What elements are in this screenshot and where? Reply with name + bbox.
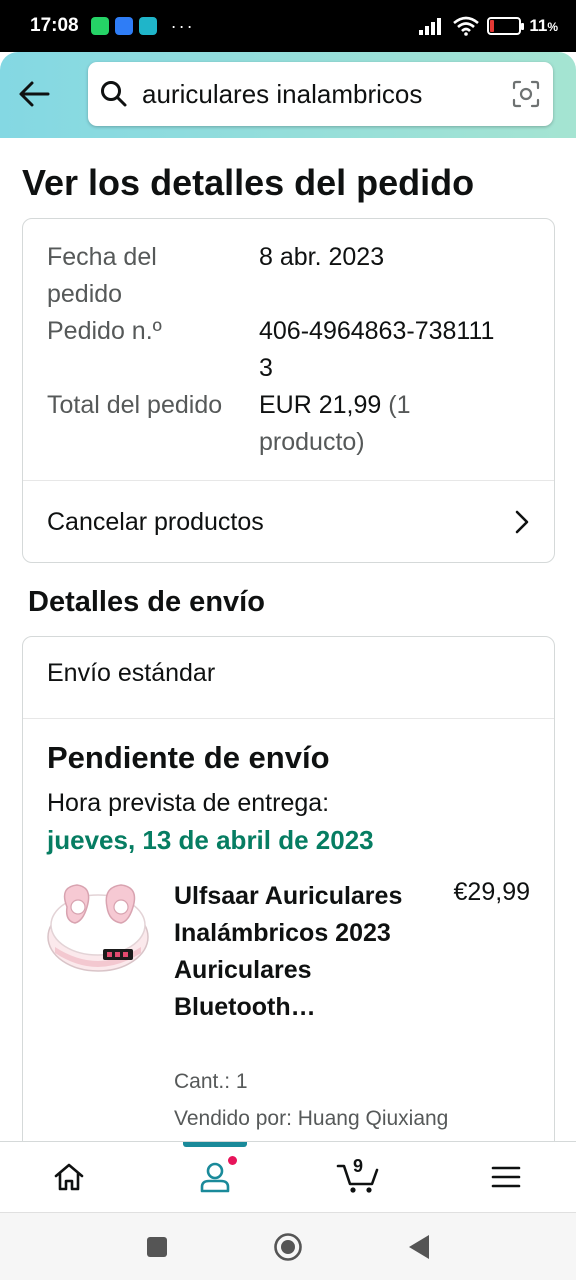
cart-count: 9 — [353, 1156, 364, 1176]
back-system-button[interactable] — [403, 1231, 435, 1263]
status-bar: 17:08 ··· 11% — [0, 0, 576, 52]
messages-icon — [114, 17, 133, 35]
eta-date: jueves, 13 de abril de 2023 — [47, 825, 374, 855]
cancel-products-button[interactable]: Cancelar productos — [23, 481, 554, 563]
order-date-label: Fecha del pedido — [47, 243, 157, 308]
camera-scan-icon[interactable] — [511, 79, 541, 109]
arrow-left-icon — [19, 81, 50, 107]
search-input[interactable] — [142, 78, 511, 110]
nav-cart[interactable]: 9 — [313, 1142, 403, 1212]
bottom-navigation: 9 — [0, 1141, 576, 1212]
back-button[interactable] — [14, 74, 54, 114]
menu-icon — [491, 1166, 521, 1188]
search-icon — [101, 81, 127, 107]
battery-icon — [487, 17, 525, 35]
square-icon — [147, 1237, 167, 1257]
account-icon — [200, 1162, 230, 1193]
home-icon — [54, 1163, 84, 1191]
pinyin-app-icon — [138, 17, 157, 35]
product-seller[interactable]: Vendido por: Huang Qiuxiang — [174, 1107, 448, 1131]
eta-label: Hora prevista de entrega: — [47, 789, 330, 817]
earbuds-case-image — [47, 884, 149, 972]
battery-percent: 11 — [529, 16, 548, 35]
notification-dot — [228, 1156, 237, 1165]
recents-button[interactable] — [141, 1231, 173, 1263]
shipment-status: Pendiente de envío — [47, 740, 330, 775]
triangle-back-icon — [409, 1235, 429, 1259]
order-summary-card: Fecha del pedido 8 abr. 2023 Pedido n.º … — [22, 218, 555, 563]
nav-menu[interactable] — [461, 1142, 551, 1212]
battery-unit: % — [547, 20, 558, 34]
order-date-value: 8 abr. 2023 — [259, 243, 385, 271]
status-overflow: ··· — [170, 15, 195, 36]
home-system-button[interactable] — [272, 1231, 304, 1263]
chevron-right-icon — [515, 510, 529, 534]
signal-icon — [419, 18, 442, 35]
shipping-type: Envío estándar — [47, 659, 216, 687]
product-price: €29,99 — [453, 878, 530, 906]
system-navigation-bar — [0, 1212, 576, 1280]
order-details-content[interactable]: Ver los detalles del pedido Fecha del pe… — [0, 138, 576, 1141]
status-time: 17:08 — [30, 15, 79, 36]
search-header — [0, 52, 576, 138]
circle-icon — [274, 1233, 302, 1261]
shipment-card: Envío estándar Pendiente de envío Hora p… — [22, 636, 555, 1141]
page-title: Ver los detalles del pedido — [22, 162, 475, 203]
order-total-label: Total del pedido — [47, 391, 223, 419]
order-number-value: 406-4964863-7381113 — [259, 317, 495, 382]
cancel-products-label: Cancelar productos — [47, 507, 264, 536]
product-image[interactable] — [45, 877, 151, 983]
whatsapp-icon — [90, 17, 109, 35]
divider — [23, 718, 554, 719]
order-total-value: EUR 21,99 — [259, 391, 382, 419]
order-number-label: Pedido n.º — [47, 317, 162, 345]
nav-home[interactable] — [24, 1142, 114, 1212]
product-quantity: Cant.: 1 — [174, 1070, 248, 1093]
search-box[interactable] — [88, 62, 553, 126]
nav-account[interactable] — [170, 1142, 260, 1212]
wifi-icon — [453, 16, 480, 36]
product-title[interactable]: Ulfsaar Auriculares Inalámbricos 2023 Au… — [174, 878, 424, 1026]
shipping-section-title: Detalles de envío — [28, 586, 265, 618]
